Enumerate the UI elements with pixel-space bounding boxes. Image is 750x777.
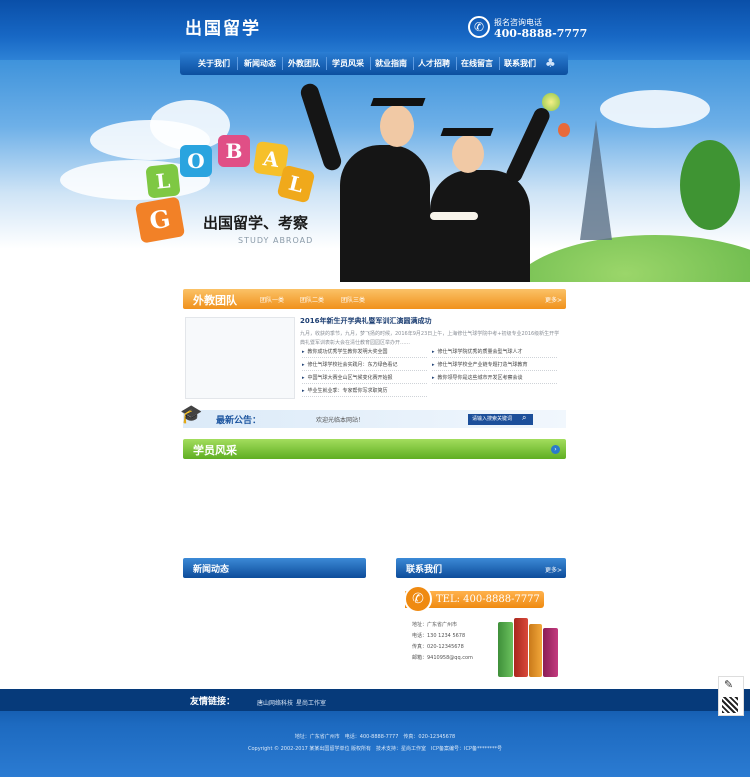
section-title: 学员风采 [193, 444, 237, 457]
tree-icon [680, 140, 740, 230]
news-list-item[interactable]: 中国气球大赛全山区气候变化赛开始报 [302, 373, 427, 384]
footer-address: 地址：广东省广州市 电话：400-8888-7777 传真：020-123456… [294, 734, 456, 740]
phone-icon: ✆ [404, 585, 432, 613]
tab-team-2[interactable]: 团队二类 [300, 295, 324, 304]
header [0, 0, 750, 60]
news-list-item[interactable]: 修仕气球学校社会实践月：东方绿色看记 [302, 360, 427, 371]
students-section-header: 学员风采 › [183, 439, 566, 459]
search-icon[interactable]: ⌕ [522, 413, 526, 423]
nav-item[interactable]: 就业指南 [371, 52, 411, 75]
letter-block: B [218, 135, 250, 167]
banner-subtitle: STUDY ABROAD [238, 236, 314, 245]
hero-banner [0, 60, 750, 282]
nav-item[interactable]: 在线留言 [457, 52, 497, 75]
letter-block: O [180, 145, 212, 177]
nav-item[interactable]: 学员风采 [328, 52, 368, 75]
more-link[interactable]: 更多> [545, 295, 562, 304]
hotline-number: 400-8888-7777 [494, 27, 588, 40]
student-arm [298, 81, 344, 173]
contact-mobile: 电话：130 1234 5678 [412, 633, 466, 639]
book-illustration [498, 622, 513, 677]
section-title: 联系我们 [406, 565, 443, 575]
news-list-item[interactable]: 修仕气球学校全产业链专题打造气球教育 [432, 360, 557, 371]
nav-separator [282, 57, 283, 70]
contact-section-header: 联系我们 更多> [396, 558, 566, 578]
nav-separator [237, 57, 238, 70]
main-nav: 关于我们 新闻动态 外教团队 学员风采 就业指南 人才招聘 在线留言 联系我们 [180, 52, 568, 75]
nav-item[interactable]: 人才招聘 [414, 52, 454, 75]
section-title: 新闻动态 [193, 565, 230, 575]
graduation-cap-icon [370, 98, 426, 106]
friend-links-bar [0, 689, 750, 711]
friend-link[interactable]: 星尚工作室 [296, 698, 326, 707]
news-summary: 九月，收获的季节，九月，梦飞扬的时候，2016年9月23日上午，上海修仕气球学院… [300, 331, 560, 346]
notice-text[interactable]: 欢迎光临本网站！ [316, 415, 364, 424]
friend-links-label: 友情链接： [190, 697, 236, 707]
student-arm [503, 105, 553, 185]
diploma-scroll [430, 212, 478, 220]
nav-separator [326, 57, 327, 70]
tab-team-3[interactable]: 团队三类 [341, 295, 365, 304]
contact-phone: TEL: 400-8888-7777 [436, 594, 540, 605]
nav-item[interactable]: 联系我们 [500, 52, 540, 75]
book-illustration [514, 618, 528, 677]
eiffel-tower-icon [580, 120, 612, 240]
nav-item[interactable]: 外教团队 [284, 52, 324, 75]
contact-address: 地址：广东省广州市 [412, 622, 458, 628]
tab-team-1[interactable]: 团队一类 [260, 295, 284, 304]
news-more-link[interactable]: 更多> [368, 565, 385, 574]
next-arrow-icon[interactable]: › [551, 445, 560, 454]
phone-icon: ✆ [468, 16, 490, 38]
student-figure [430, 170, 530, 282]
site-logo[interactable]: 出国留学 [185, 14, 261, 39]
news-section-header: 新闻动态 更多> [183, 558, 375, 590]
balloon-icon [558, 123, 570, 137]
teacher-section-header: 外教团队 团队一类 团队二类 团队三类 更多> [183, 289, 566, 309]
contact-email[interactable]: 邮箱：9410958@qq.com [412, 654, 473, 661]
nav-item[interactable]: 关于我们 [194, 52, 234, 75]
nav-item[interactable]: 新闻动态 [240, 52, 280, 75]
letter-block: G [134, 196, 186, 244]
footer-copyright: Copyright © 2002-2017 某某出国留学单位 版权所有 技术支持… [247, 746, 502, 752]
nav-deco-icon: ♣ [545, 56, 556, 70]
student-face [380, 105, 414, 147]
book-illustration [529, 624, 542, 677]
news-list-item[interactable]: 教你成功优秀学生教你发明大奖全国 [302, 347, 427, 358]
graduation-cap-icon: 🎓 [180, 404, 203, 425]
friend-link[interactable]: 唐山网络科技 [257, 698, 293, 707]
section-title: 外教团队 [193, 294, 237, 307]
student-face [452, 135, 484, 173]
news-headline[interactable]: 2016年新生开学典礼暨军训汇演圆满成功 [300, 316, 431, 326]
news-list-item[interactable]: 修仕气球学院优秀的质量会型气球人才 [432, 347, 557, 358]
book-illustration [543, 628, 558, 677]
notice-label: 最新公告： [216, 416, 262, 426]
more-link[interactable]: 更多> [545, 565, 562, 574]
qr-code-icon[interactable] [722, 697, 738, 713]
news-list-item[interactable]: 毕业生就业季：专家帮你写求职简历 [302, 386, 427, 397]
graduation-cap-icon [440, 128, 494, 136]
letter-block: L [145, 163, 181, 199]
edit-icon[interactable]: ✎ [724, 678, 733, 691]
news-photo[interactable] [185, 317, 295, 399]
contact-fax: 传真：020-12345678 [412, 644, 464, 650]
green-hill [505, 235, 750, 282]
banner-title: 出国留学、考察 [203, 214, 309, 232]
student-figure [340, 145, 430, 282]
news-list-item[interactable]: 教你领导你是这些城市开发区考察会谈 [432, 373, 557, 384]
